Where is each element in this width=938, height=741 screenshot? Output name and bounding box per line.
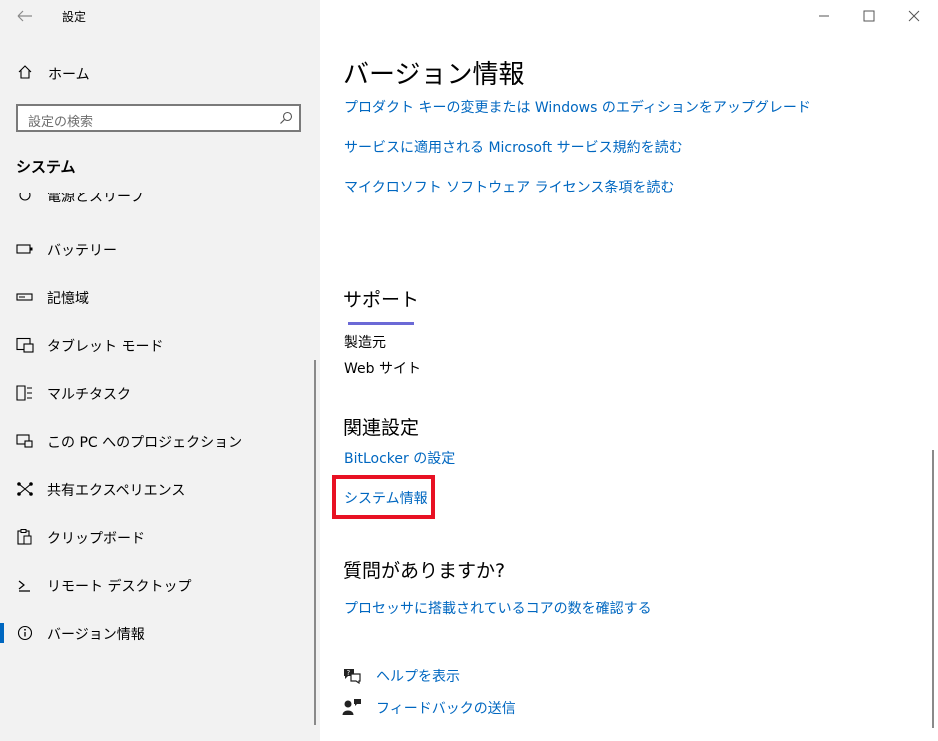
projecting-icon <box>16 434 33 448</box>
highlight-box <box>332 475 435 519</box>
storage-icon <box>16 293 33 301</box>
section-title-system: システム <box>16 158 76 176</box>
info-icon <box>17 625 33 641</box>
sidebar-item-battery[interactable]: バッテリー <box>0 229 316 269</box>
sidebar-item-multitasking[interactable]: マルチタスク <box>0 373 316 413</box>
sidebar-item-tablet-mode[interactable]: タブレット モード <box>0 325 316 365</box>
main-scrollbar[interactable] <box>932 450 934 728</box>
sidebar-item-label: バージョン情報 <box>47 627 145 643</box>
sidebar-item-clipboard[interactable]: クリップボード <box>0 517 316 557</box>
link-give-feedback[interactable]: フィードバックの送信 <box>376 698 516 718</box>
home-label: ホーム <box>48 67 90 83</box>
sidebar-item-home[interactable]: ホーム <box>0 60 320 86</box>
shared-experiences-icon <box>17 482 33 496</box>
multitasking-icon <box>16 385 32 401</box>
back-button[interactable] <box>10 4 38 28</box>
questions-heading: 質問がありますか? <box>343 560 506 582</box>
link-bitlocker-settings[interactable]: BitLocker の設定 <box>344 448 455 468</box>
maximize-icon <box>863 10 875 22</box>
home-icon <box>18 65 32 79</box>
support-heading: サポート <box>343 289 420 311</box>
manufacturer-label: 製造元 <box>344 335 386 351</box>
sidebar-item-label: 記憶域 <box>47 291 89 307</box>
sidebar-item-remote-desktop[interactable]: リモート デスクトップ <box>0 565 316 605</box>
link-processor-cores[interactable]: プロセッサに搭載されているコアの数を確認する <box>344 598 652 618</box>
sidebar-item-label: リモート デスクトップ <box>47 579 192 595</box>
feedback-icon <box>342 699 361 715</box>
sidebar-item-shared-experiences[interactable]: 共有エクスペリエンス <box>0 469 316 509</box>
close-button[interactable] <box>900 6 928 26</box>
tablet-mode-icon <box>16 337 34 353</box>
link-upgrade-edition[interactable]: プロダクト キーの変更または Windows のエディションをアップグレード <box>344 97 811 117</box>
sidebar-scrollbar[interactable] <box>314 360 316 725</box>
close-icon <box>908 10 920 22</box>
clipboard-icon <box>17 529 32 545</box>
link-service-agreement[interactable]: サービスに適用される Microsoft サービス規約を読む <box>344 137 683 157</box>
page-title: バージョン情報 <box>343 60 525 90</box>
sidebar-item-label: 共有エクスペリエンス <box>47 483 186 499</box>
sidebar-item-projecting[interactable]: この PC へのプロジェクション <box>0 421 316 461</box>
sidebar-item-storage[interactable]: 記憶域 <box>0 277 316 317</box>
main-content: バージョン情報 プロダクト キーの変更または Windows のエディションをア… <box>320 0 938 741</box>
sidebar-item-label: タブレット モード <box>47 339 164 355</box>
sidebar-item-about[interactable]: バージョン情報 <box>0 613 316 653</box>
battery-icon <box>16 244 33 254</box>
maximize-button[interactable] <box>855 6 883 26</box>
sidebar-item-label: 電源とスリープ <box>47 193 145 205</box>
back-arrow-icon <box>17 10 32 22</box>
app-title: 設定 <box>62 10 87 24</box>
search-icon[interactable] <box>279 111 293 125</box>
sidebar: 設定 ホーム 設定の検索 システム 電源とスリープ バッテリー 記憶域 タブレッ… <box>0 0 320 741</box>
website-label: Web サイト <box>344 361 421 377</box>
minimize-icon <box>819 15 829 17</box>
search-placeholder: 設定の検索 <box>28 115 94 130</box>
link-license-terms[interactable]: マイクロソフト ソフトウェア ライセンス条項を読む <box>344 177 674 197</box>
sidebar-item-label: この PC へのプロジェクション <box>47 435 243 451</box>
sidebar-item-label: マルチタスク <box>47 387 131 403</box>
svg-text:?: ? <box>347 669 351 677</box>
related-settings-heading: 関連設定 <box>343 417 420 439</box>
power-icon <box>19 193 31 201</box>
search-input[interactable]: 設定の検索 <box>16 104 301 132</box>
help-chat-icon: ? <box>344 669 361 684</box>
support-underline <box>348 322 414 325</box>
remote-desktop-icon <box>18 580 30 592</box>
sidebar-item-label: バッテリー <box>47 243 117 259</box>
sidebar-item-label: クリップボード <box>47 531 145 547</box>
sidebar-item-power-sleep[interactable]: 電源とスリープ <box>0 193 316 209</box>
link-get-help[interactable]: ヘルプを表示 <box>376 666 460 686</box>
minimize-button[interactable] <box>810 6 838 26</box>
